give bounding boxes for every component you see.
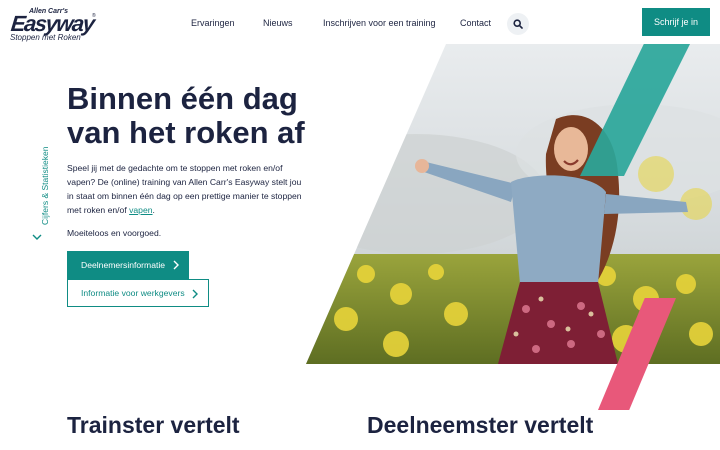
logo-registered-mark: ® — [92, 13, 96, 19]
participant-info-label: Deelnemersinformatie — [81, 260, 166, 270]
signup-button[interactable]: Schrijf je in — [642, 8, 710, 36]
chevron-right-icon — [192, 289, 198, 299]
chevron-right-icon — [173, 260, 179, 270]
statistics-side-label: Cijfers & Statistieken — [40, 146, 50, 225]
hero-description-end: . — [152, 205, 155, 215]
logo-subtitle: Stoppen met Roken — [10, 33, 81, 42]
logo[interactable]: Allen Carr's Easyway ® Stoppen met Roken — [9, 8, 97, 42]
chevron-down-icon — [32, 234, 42, 240]
search-button[interactable] — [507, 13, 529, 35]
hero-tagline: Moeiteloos en voorgoed. — [67, 228, 162, 238]
nav-inschrijven[interactable]: Inschrijven voor een training — [323, 18, 436, 28]
section-title-trainer: Trainster vertelt — [67, 412, 240, 438]
employer-info-button[interactable]: Informatie voor werkgevers — [67, 279, 209, 307]
nav-ervaringen[interactable]: Ervaringen — [191, 18, 235, 28]
statistics-side-link[interactable]: Cijfers & Statistieken — [28, 147, 50, 246]
nav-nieuws[interactable]: Nieuws — [263, 18, 293, 28]
vapen-link[interactable]: vapen — [129, 205, 152, 215]
hero-title-line1: Binnen één dag — [67, 81, 298, 116]
hero-title-line2: van het roken af — [67, 115, 305, 150]
search-icon — [513, 19, 523, 29]
hero-description-text: Speel jij met de gedachte om te stoppen … — [67, 163, 302, 215]
hero-description: Speel jij met de gedachte om te stoppen … — [67, 161, 307, 217]
section-title-participant: Deelneemster vertelt — [367, 412, 594, 438]
hero-title: Binnen één dag van het roken af — [67, 82, 327, 150]
nav-contact[interactable]: Contact — [460, 18, 491, 28]
employer-info-label: Informatie voor werkgevers — [81, 288, 185, 298]
participant-info-button[interactable]: Deelnemersinformatie — [67, 251, 189, 279]
